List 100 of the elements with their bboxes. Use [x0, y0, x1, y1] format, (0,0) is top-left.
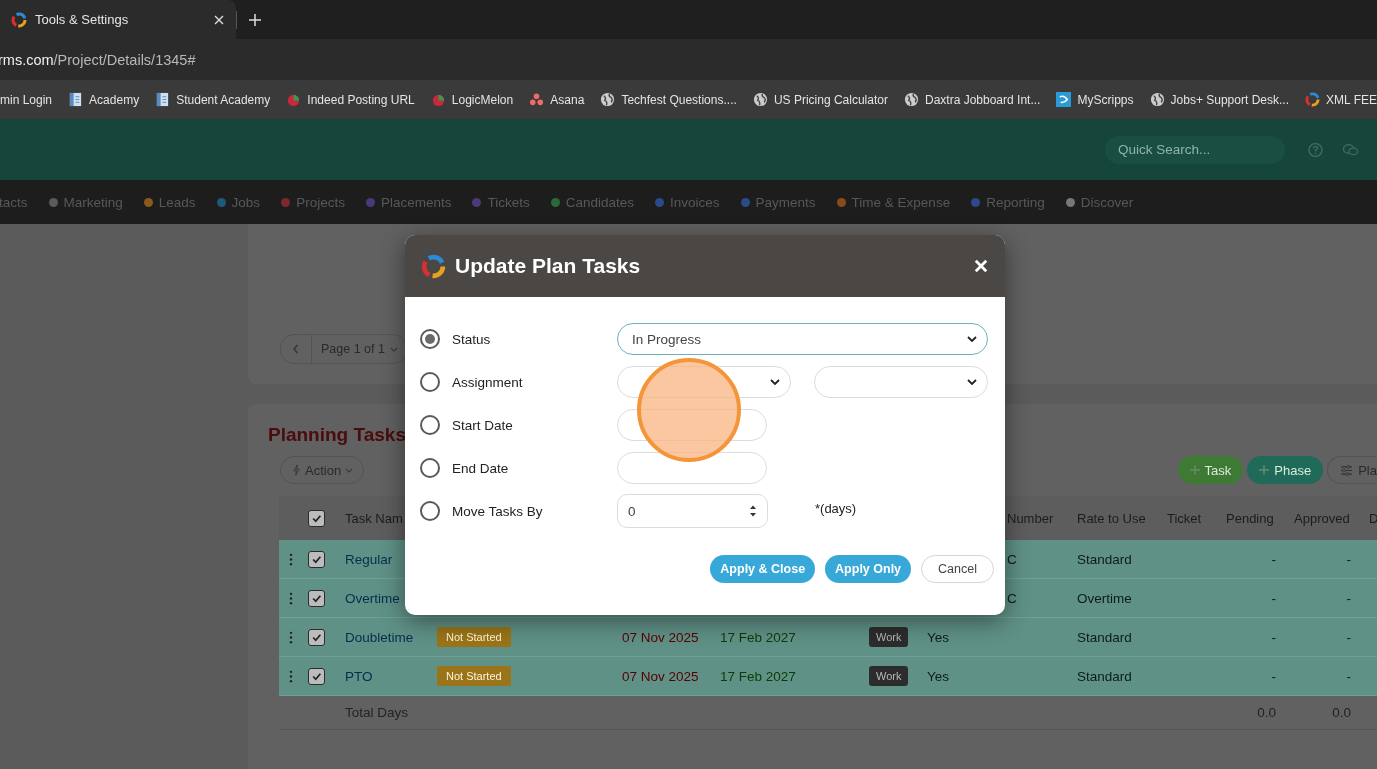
table-cell: - — [1346, 551, 1351, 567]
column-header: Rate to Use — [1077, 510, 1146, 526]
table-cell: Standard — [1077, 668, 1132, 684]
column-header: Approved — [1294, 510, 1350, 526]
three-dots-icon — [529, 92, 545, 107]
caret-icon — [345, 467, 354, 473]
nav-item[interactable]: tacts — [0, 194, 28, 210]
table-cell: C — [1007, 551, 1017, 567]
bookmark[interactable]: US Pricing Calculator — [752, 92, 888, 107]
table-cell: - — [1271, 668, 1276, 684]
checkmark-icon — [311, 553, 322, 565]
nav-item[interactable]: Discover — [1065, 194, 1134, 210]
table-cell: C — [1007, 590, 1017, 606]
column-header: Number — [1007, 510, 1054, 526]
bookmark[interactable]: Student Academy — [155, 92, 271, 107]
section-title: Planning Tasks — [268, 424, 406, 446]
checkmark-icon — [311, 592, 322, 604]
plus-icon — [1189, 465, 1200, 475]
add-button[interactable]: Task — [1177, 456, 1244, 484]
column-header: Task Nam — [345, 510, 403, 526]
task-link[interactable]: Overtime — [345, 590, 400, 606]
globe-icon — [904, 92, 919, 107]
table-row[interactable]: Doubletime Not Started 07 Nov 2025 17 Feb 2027 Work Yes Standard - - — [279, 618, 1377, 657]
bookmark[interactable]: Asana — [529, 92, 585, 107]
radio-button[interactable] — [420, 501, 440, 521]
table-cell: - — [1346, 629, 1351, 645]
bookmark[interactable]: Indeed Posting URL — [286, 92, 415, 107]
browser-tab[interactable]: Tools & Settings — [0, 0, 236, 39]
end-date: 17 Feb 2027 — [720, 668, 796, 684]
option-label: End Date — [452, 460, 510, 476]
radio-button[interactable] — [420, 372, 440, 392]
table-cell: - — [1271, 629, 1276, 645]
checkbox[interactable] — [308, 550, 325, 568]
bookmark[interactable]: Academy — [68, 92, 140, 107]
column-header: Pending — [1226, 510, 1274, 526]
cancel-button[interactable]: Cancel — [921, 555, 994, 583]
checkmark-icon — [311, 670, 322, 682]
table-row[interactable]: PTO Not Started 07 Nov 2025 17 Feb 2027 Work Yes Standard - - — [279, 657, 1377, 696]
task-link[interactable]: PTO — [345, 668, 373, 684]
start-date: 07 Nov 2025 — [622, 668, 699, 684]
bookmark[interactable]: Techfest Questions.... — [600, 92, 737, 107]
apply-button[interactable]: Apply Only — [825, 555, 912, 583]
column-header: D — [1369, 510, 1377, 526]
bookmark[interactable]: Daxtra Jobboard Int... — [904, 92, 1041, 107]
spinner-arrows-icon[interactable] — [749, 504, 757, 518]
ring-logo-icon — [11, 11, 27, 28]
nav-item[interactable]: Jobs — [216, 194, 261, 210]
kebab-menu-icon[interactable] — [289, 552, 293, 566]
new-tab-icon[interactable] — [249, 13, 261, 26]
radio-button[interactable] — [420, 329, 440, 349]
nav-item[interactable]: Invoices — [655, 194, 720, 210]
close-icon[interactable] — [214, 14, 224, 25]
total-label: Total Days — [345, 705, 409, 720]
document-icon — [155, 92, 171, 107]
nav-item[interactable]: Leads — [143, 194, 196, 210]
option-label: Assignment — [452, 374, 524, 390]
nav-item[interactable]: Projects — [281, 194, 345, 210]
search-field[interactable]: Quick Search... — [1105, 135, 1285, 164]
apply-button[interactable]: Apply & Close — [710, 555, 816, 583]
kebab-menu-icon[interactable] — [289, 630, 293, 644]
add-button[interactable]: Phase — [1247, 456, 1324, 484]
checkmark-icon — [311, 512, 322, 524]
nav-item[interactable]: Time & Expense — [836, 194, 951, 210]
nav-item[interactable]: Candidates — [550, 194, 635, 210]
checkbox[interactable] — [308, 589, 325, 607]
checkbox[interactable] — [308, 509, 325, 527]
bookmark[interactable]: MyScripps — [1056, 92, 1134, 107]
radio-button[interactable] — [420, 415, 440, 435]
kebab-menu-icon[interactable] — [289, 591, 293, 605]
status-badge: Not Started — [437, 627, 511, 647]
radio-button[interactable] — [420, 458, 440, 478]
nav-item[interactable]: Reporting — [971, 194, 1045, 210]
bookmark[interactable]: LogicMelon — [430, 92, 514, 107]
sliders-icon — [1340, 464, 1354, 476]
table-cell: Overtime — [1077, 590, 1132, 606]
checkbox[interactable] — [308, 667, 325, 685]
type-badge: Work — [869, 627, 909, 647]
ring-logo-icon — [421, 253, 446, 279]
table-cell: Standard — [1077, 629, 1132, 645]
table-cell: Yes — [927, 629, 950, 645]
number-field[interactable]: 0 — [617, 494, 768, 528]
bookmark[interactable]: Jobs+ Support Desk... — [1149, 92, 1289, 107]
bookmark[interactable]: XML FEE — [1305, 92, 1377, 107]
status-badge: Not Started — [437, 666, 511, 686]
kebab-menu-icon[interactable] — [289, 669, 293, 683]
end-date: 17 Feb 2027 — [720, 629, 796, 645]
option-label: Start Date — [452, 417, 514, 433]
task-link[interactable]: Doubletime — [345, 629, 414, 645]
task-link[interactable]: Regular — [345, 551, 393, 567]
nav-item[interactable]: Marketing — [48, 194, 123, 210]
table-cell: - — [1346, 668, 1351, 684]
nav-item[interactable]: Placements — [365, 194, 452, 210]
checkmark-icon — [311, 631, 322, 643]
bookmark[interactable]: min Login — [0, 92, 53, 107]
chevron-down-icon — [967, 336, 977, 342]
checkbox[interactable] — [308, 628, 325, 646]
nav-item[interactable]: Tickets — [472, 194, 530, 210]
start-date: 07 Nov 2025 — [622, 629, 699, 645]
nav-item[interactable]: Payments — [740, 194, 816, 210]
table-cell: - — [1271, 551, 1276, 567]
